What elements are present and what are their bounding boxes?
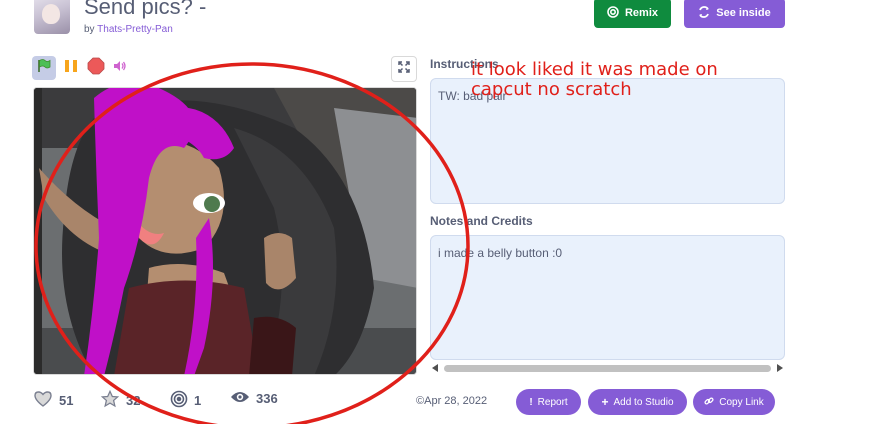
remix-button[interactable]: Remix	[594, 0, 671, 28]
views-stat: 336	[230, 390, 278, 407]
heart-icon	[33, 390, 53, 411]
scroll-right-arrow-icon[interactable]	[777, 364, 783, 372]
sound-button[interactable]	[112, 56, 128, 80]
remix-icon	[607, 5, 619, 21]
stop-icon	[87, 57, 105, 80]
favorites-stat[interactable]: 32	[100, 389, 141, 411]
notes-heading: Notes and Credits	[430, 214, 533, 228]
fullscreen-button[interactable]	[391, 56, 417, 82]
green-flag-button[interactable]	[32, 56, 56, 80]
copy-link-button[interactable]: Copy Link	[693, 389, 775, 415]
project-title: Send pics? -	[84, 0, 207, 19]
plus-icon: +	[601, 395, 609, 409]
remix-button-label: Remix	[624, 7, 659, 19]
report-button-label: Report	[537, 396, 568, 408]
stage-artwork	[34, 88, 416, 374]
loves-stat[interactable]: 51	[33, 390, 73, 411]
remixes-stat: 1	[170, 390, 201, 411]
scroll-left-arrow-icon[interactable]	[432, 364, 438, 372]
author-avatar[interactable]	[34, 0, 70, 34]
shared-date: ©Apr 28, 2022	[416, 395, 487, 407]
green-flag-icon	[36, 58, 52, 79]
project-stage[interactable]	[33, 87, 417, 375]
copy-link-button-label: Copy Link	[719, 396, 764, 408]
views-count: 336	[256, 391, 278, 406]
stop-button[interactable]	[86, 56, 106, 80]
pause-button[interactable]	[62, 56, 80, 80]
link-icon	[704, 396, 714, 409]
notes-panel[interactable]: i made a belly button :0	[430, 235, 785, 360]
star-icon	[100, 389, 120, 411]
eye-icon	[230, 390, 250, 407]
pause-icon	[63, 58, 79, 79]
annotation-text: it look liked it was made on capcut no s…	[471, 60, 718, 100]
loves-count: 51	[59, 393, 74, 408]
report-button[interactable]: ! Report	[516, 389, 581, 415]
remixes-count: 1	[194, 393, 202, 408]
remix-swirl-icon	[170, 390, 188, 411]
see-inside-button-label: See inside	[716, 7, 771, 19]
shared-date-text: Apr 28, 2022	[424, 395, 488, 407]
add-to-studio-button[interactable]: + Add to Studio	[588, 389, 687, 415]
notes-text: i made a belly button :0	[438, 246, 563, 260]
annotation-line-2: capcut no scratch	[471, 79, 632, 100]
scrollbar-thumb[interactable]	[444, 365, 771, 372]
author-link[interactable]: Thats-Pretty-Pan	[97, 24, 173, 35]
copyright-icon: ©	[416, 395, 425, 407]
project-byline: by Thats-Pretty-Pan	[84, 24, 173, 35]
favorites-count: 32	[126, 393, 141, 408]
annotation-line-1: it look liked it was made on	[471, 59, 718, 80]
see-inside-icon	[698, 5, 710, 21]
sound-icon	[113, 59, 127, 78]
add-to-studio-button-label: Add to Studio	[613, 396, 674, 408]
report-icon: !	[529, 396, 533, 408]
fullscreen-icon	[398, 60, 410, 78]
see-inside-button[interactable]: See inside	[684, 0, 785, 28]
byline-prefix: by	[84, 24, 95, 35]
notes-horizontal-scrollbar[interactable]	[430, 362, 785, 374]
